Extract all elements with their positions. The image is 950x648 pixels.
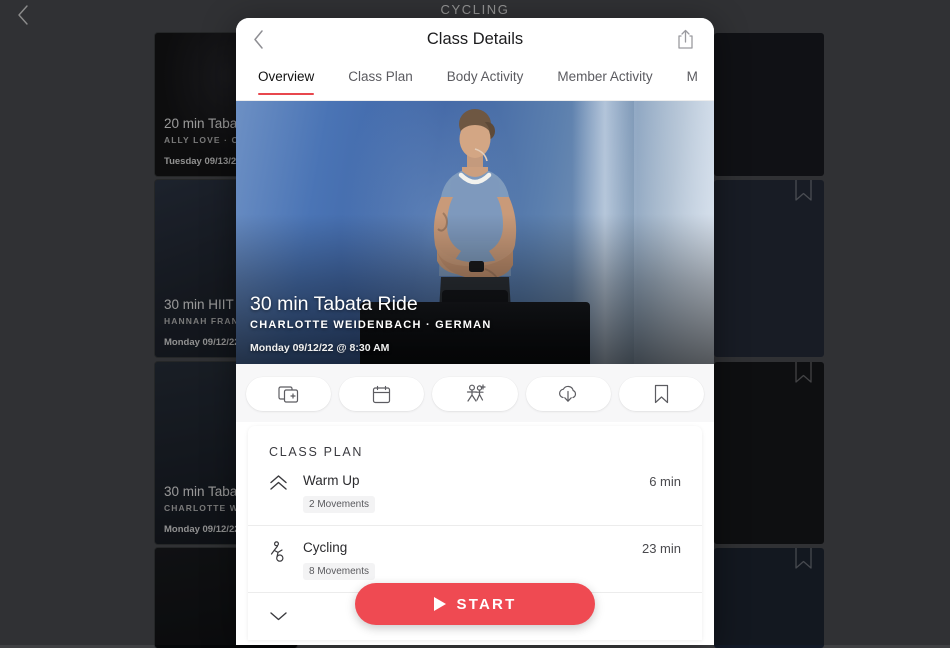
action-pill-row — [236, 364, 714, 422]
tab-class-plan[interactable]: Class Plan — [348, 61, 413, 95]
hero-instructor-language: CHARLOTTE WEIDENBACH · GERMAN — [250, 319, 700, 331]
share-button[interactable] — [670, 18, 700, 61]
class-plan-body: Cycling 8 Movements — [303, 540, 642, 580]
modal-title: Class Details — [236, 30, 714, 49]
tab-body-activity[interactable]: Body Activity — [447, 61, 524, 95]
invite-friend-icon — [465, 384, 486, 404]
schedule-button[interactable] — [339, 377, 424, 411]
chevrons-down-icon — [269, 608, 288, 628]
add-to-stack-icon — [278, 385, 299, 404]
class-details-modal: Class Details Overview Class Plan Body A… — [236, 18, 714, 645]
chevrons-up-icon — [269, 474, 288, 494]
tab-overview[interactable]: Overview — [258, 61, 314, 95]
next-section-icon-wrap — [269, 607, 303, 633]
modal-tabbar: Overview Class Plan Body Activity Member… — [236, 61, 714, 101]
cycling-icon-wrap — [269, 540, 303, 567]
class-plan-duration: 6 min — [649, 473, 681, 489]
class-plan-name: Cycling — [303, 540, 642, 555]
bookmark-button[interactable] — [619, 377, 704, 411]
hero-class-title: 30 min Tabata Ride — [250, 293, 700, 316]
tab-member-activity[interactable]: Member Activity — [557, 61, 652, 95]
start-button-label: START — [457, 596, 517, 613]
class-plan-row[interactable]: Warm Up 2 Movements 6 min — [248, 459, 702, 526]
share-icon — [677, 29, 694, 50]
class-plan-duration: 23 min — [642, 540, 681, 556]
class-plan-movements: 2 Movements — [303, 496, 375, 513]
tab-more[interactable]: M — [687, 61, 698, 95]
download-button[interactable] — [526, 377, 611, 411]
class-plan-heading: CLASS PLAN — [248, 426, 702, 459]
hero-datetime: Monday 09/12/22 @ 8:30 AM — [250, 342, 700, 354]
invite-friend-button[interactable] — [432, 377, 517, 411]
play-icon — [434, 597, 446, 611]
calendar-icon — [372, 385, 391, 404]
class-plan-name: Warm Up — [303, 473, 649, 488]
modal-header: Class Details — [236, 18, 714, 61]
start-button[interactable]: START — [355, 583, 595, 625]
class-plan-body: Warm Up 2 Movements — [303, 473, 649, 513]
add-to-stack-button[interactable] — [246, 377, 331, 411]
cycling-icon — [269, 541, 290, 562]
bookmark-icon — [654, 384, 669, 404]
warm-up-icon-wrap — [269, 473, 303, 499]
class-hero-image: 30 min Tabata Ride CHARLOTTE WEIDENBACH … — [236, 101, 714, 364]
cloud-download-icon — [557, 385, 579, 404]
class-plan-movements: 8 Movements — [303, 563, 375, 580]
hero-text-block: 30 min Tabata Ride CHARLOTTE WEIDENBACH … — [250, 293, 700, 354]
